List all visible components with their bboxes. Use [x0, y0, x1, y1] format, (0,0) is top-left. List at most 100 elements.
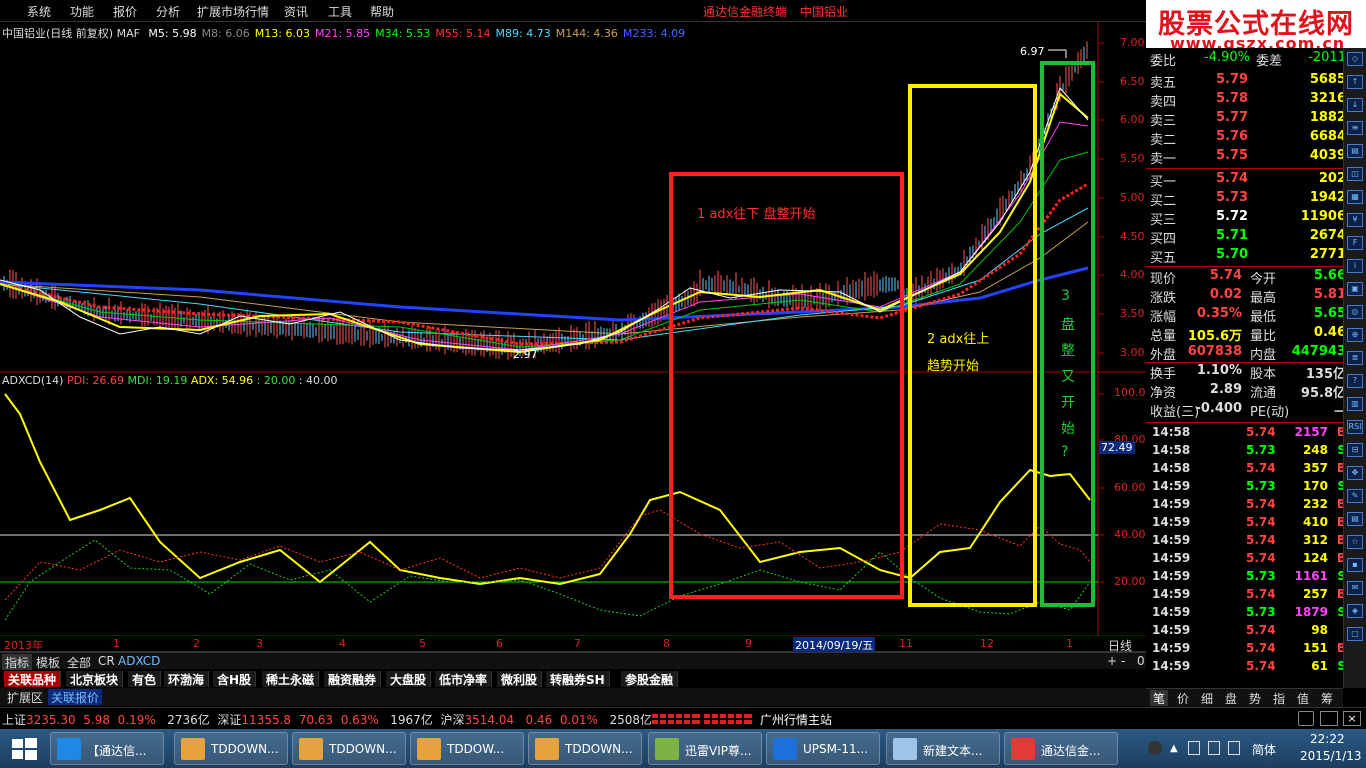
server-name[interactable]: 广州行情主站	[760, 711, 832, 728]
ask-row[interactable]: 卖五 5.79 5685	[1150, 72, 1346, 91]
taskbar-item[interactable]: UPSM-11...	[766, 732, 880, 765]
bar-icon[interactable]: ▤	[1347, 144, 1363, 158]
lock-icon[interactable]: ⊕	[1347, 328, 1363, 342]
volume-icon[interactable]	[1228, 741, 1240, 755]
tray-up-icon[interactable]: ▲	[1170, 743, 1178, 754]
tick-row[interactable]: 14:59 5.74 312 B	[1150, 533, 1346, 551]
f10-icon[interactable]: F	[1347, 236, 1363, 250]
tick-row[interactable]: 14:59 5.74 61 S	[1150, 659, 1346, 677]
search-icon[interactable]: ▣	[1347, 282, 1363, 296]
sector-tab[interactable]: 转融券SH	[546, 671, 610, 687]
pos-icon[interactable]: ⊟	[1347, 443, 1363, 457]
sector-tab[interactable]: 融资融券	[324, 671, 382, 687]
tick-row[interactable]: 14:59 5.73 170 S	[1150, 479, 1346, 497]
qq-icon[interactable]	[1148, 741, 1162, 755]
detail-tab[interactable]: 价	[1174, 690, 1192, 706]
menu-function[interactable]: 功能	[70, 3, 94, 20]
note-icon[interactable]: ✉	[1347, 581, 1363, 595]
ime-label[interactable]: 简体	[1252, 741, 1276, 758]
calc-icon[interactable]: ▥	[1347, 397, 1363, 411]
bid-row[interactable]: 买五 5.70 2771	[1150, 247, 1346, 266]
up-arrow-icon[interactable]: ↑	[1347, 75, 1363, 89]
cube-icon[interactable]: ◈	[1347, 604, 1363, 618]
list2-icon[interactable]: ≣	[1347, 351, 1363, 365]
sector-tab[interactable]: 参股金融	[621, 671, 679, 687]
detail-tab[interactable]: 值	[1294, 690, 1312, 706]
tick-row[interactable]: 14:59 5.74 257 B	[1150, 587, 1346, 605]
bid-row[interactable]: 买四 5.71 2674	[1150, 228, 1346, 247]
close-icon[interactable]: ×	[1343, 711, 1361, 726]
detail-tab[interactable]: 指	[1270, 690, 1288, 706]
tick-row[interactable]: 14:58 5.74 2157 B	[1150, 425, 1346, 443]
star-icon[interactable]: ☆	[1347, 535, 1363, 549]
menu-extended-market[interactable]: 扩展市场行情	[197, 3, 269, 20]
bid-row[interactable]: 买三 5.72 11906	[1150, 209, 1346, 228]
chart-icon[interactable]: ◇	[1347, 52, 1363, 66]
extend-tab[interactable]: 关联报价	[48, 689, 103, 705]
taskbar-item[interactable]: TDDOWN...	[292, 732, 406, 765]
taskbar-item[interactable]: TDDOWN...	[528, 732, 642, 765]
window-icon[interactable]	[1320, 711, 1338, 726]
tick-row[interactable]: 14:59 5.74 98	[1150, 623, 1346, 641]
tick-row[interactable]: 14:58 5.73 248 S	[1150, 443, 1346, 461]
sector-tab[interactable]: 北京板块	[66, 671, 124, 687]
window-icon[interactable]: ▢	[1347, 627, 1363, 641]
taskbar-item[interactable]: TDDOWN...	[174, 732, 288, 765]
down-arrow-icon[interactable]: ↓	[1347, 98, 1363, 112]
indicator-tab[interactable]: ADXCD	[115, 654, 163, 670]
taskbar-item[interactable]: TDDOW...	[410, 732, 524, 765]
detail-tab[interactable]: 笔	[1150, 690, 1169, 706]
detail-tab[interactable]: 盘	[1222, 690, 1240, 706]
sector-tab[interactable]: 有色	[128, 671, 162, 687]
clock-time[interactable]: 22:22	[1310, 732, 1345, 746]
pen-icon[interactable]: ✎	[1347, 489, 1363, 503]
info-icon[interactable]: i	[1347, 259, 1363, 273]
sector-tab[interactable]: 含H股	[213, 671, 257, 687]
fund-icon[interactable]: ¥	[1347, 213, 1363, 227]
clock-date[interactable]: 2015/1/13	[1300, 749, 1362, 763]
move-icon[interactable]: ✥	[1347, 466, 1363, 480]
tick-row[interactable]: 14:59 5.74 151 B	[1150, 641, 1346, 659]
tick-row[interactable]: 14:59 5.74 410 B	[1150, 515, 1346, 533]
ask-row[interactable]: 卖四 5.78 3216	[1150, 91, 1346, 110]
taskbar-item[interactable]: 【通达信...	[50, 732, 164, 765]
sector-tab[interactable]: 微利股	[497, 671, 543, 687]
menu-quote[interactable]: 报价	[113, 3, 137, 20]
sector-tab[interactable]: 环渤海	[164, 671, 210, 687]
tick-row[interactable]: 14:59 5.74 124 B	[1150, 551, 1346, 569]
grid-icon[interactable]: ▦	[1347, 190, 1363, 204]
tick-row[interactable]: 14:59 5.74 232 B	[1150, 497, 1346, 515]
bid-row[interactable]: 买二 5.73 1942	[1150, 190, 1346, 209]
ask-row[interactable]: 卖三 5.77 1882	[1150, 110, 1346, 129]
flag-icon[interactable]	[1188, 741, 1200, 755]
list-icon[interactable]: ≡	[1347, 121, 1363, 135]
sector-tab[interactable]: 低市净率	[435, 671, 493, 687]
sector-tab[interactable]: 大盘股	[386, 671, 432, 687]
extend-tab[interactable]: 扩展区	[4, 689, 46, 705]
kline-icon[interactable]: ◫	[1347, 167, 1363, 181]
ask-row[interactable]: 卖二 5.76 6684	[1150, 129, 1346, 148]
sector-tab[interactable]: 关联品种	[4, 671, 62, 687]
menu-help[interactable]: 帮助	[370, 3, 394, 20]
indicator-tab[interactable]: 指标	[2, 654, 33, 670]
lock-icon[interactable]	[1298, 711, 1314, 726]
menu-tools[interactable]: 工具	[328, 3, 352, 20]
detail-tab[interactable]: 筹	[1318, 690, 1336, 706]
tick-row[interactable]: 14:59 5.73 1161 S	[1150, 569, 1346, 587]
windows-start-icon[interactable]	[8, 735, 40, 763]
chart-area[interactable]: 6.97 2.97 中国铝业(日线 前复权) MAF M5: 5.98 M8: 6…	[0, 22, 1146, 637]
indicator-tab[interactable]: 模板	[33, 654, 63, 670]
taskbar-item[interactable]: 通达信金...	[1004, 732, 1118, 765]
tick-row[interactable]: 14:59 5.73 1879 S	[1150, 605, 1346, 623]
menu-news[interactable]: 资讯	[284, 3, 308, 20]
ask-row[interactable]: 卖一 5.75 4039	[1150, 148, 1346, 167]
taskbar-item[interactable]: 新建文本...	[886, 732, 1000, 765]
help-icon[interactable]: ?	[1347, 374, 1363, 388]
detail-tab[interactable]: 细	[1198, 690, 1216, 706]
indicator-tab[interactable]: 全部	[64, 654, 94, 670]
tick-list[interactable]: 14:58 5.74 2157 B 14:58 5.73 248 S 14:58 5.74 357 B…	[1146, 424, 1346, 688]
bid-row[interactable]: 买一 5.74 202	[1150, 171, 1346, 190]
menu-analysis[interactable]: 分析	[156, 3, 180, 20]
zoom-icon[interactable]: ◎	[1347, 305, 1363, 319]
sheet-icon[interactable]: ▤	[1347, 512, 1363, 526]
